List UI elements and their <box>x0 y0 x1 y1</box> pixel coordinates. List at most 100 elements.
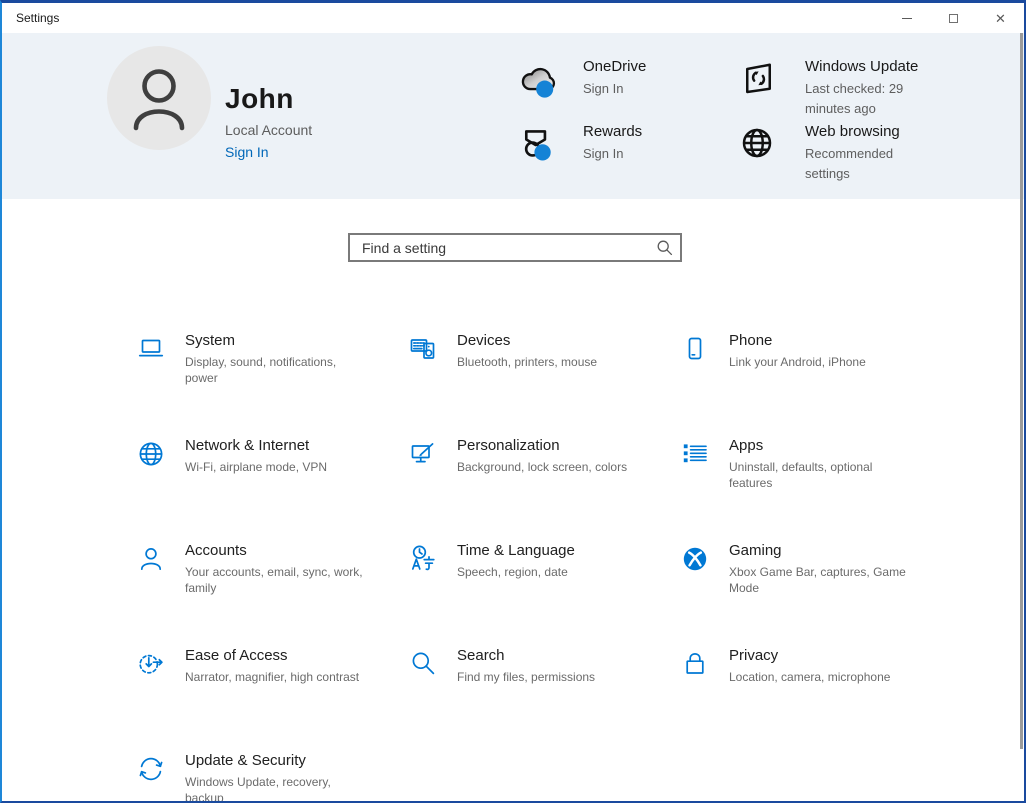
category-tile-personalization[interactable]: Personalization Background, lock screen,… <box>405 436 677 541</box>
avatar <box>107 46 211 150</box>
quick-item-web-browsing[interactable]: Web browsing Recommended settings <box>737 123 925 184</box>
onedrive-cloud-icon <box>515 58 563 106</box>
tile-subtitle: Find my files, permissions <box>457 669 595 685</box>
category-tile-phone[interactable]: Phone Link your Android, iPhone <box>677 331 949 436</box>
maximize-icon <box>949 14 958 23</box>
tile-subtitle: Display, sound, notifications, power <box>185 354 369 386</box>
minimize-button[interactable] <box>883 3 930 33</box>
person-icon <box>109 48 209 148</box>
tile-text: Network & Internet Wi-Fi, airplane mode,… <box>185 436 327 541</box>
category-tile-ease-of-access[interactable]: Ease of Access Narrator, magnifier, high… <box>133 646 405 751</box>
account-type: Local Account <box>225 122 312 138</box>
time-language-icon <box>407 543 439 575</box>
tile-text: Accounts Your accounts, email, sync, wor… <box>185 541 369 646</box>
tile-subtitle: Link your Android, iPhone <box>729 354 866 370</box>
category-tile-apps[interactable]: Apps Uninstall, defaults, optional featu… <box>677 436 949 541</box>
tile-text: Search Find my files, permissions <box>457 646 595 751</box>
quick-item-text: OneDrive Sign In <box>583 58 646 106</box>
quick-item-title: OneDrive <box>583 58 646 75</box>
tile-subtitle: Windows Update, recovery, backup <box>185 774 369 803</box>
tile-title: Ease of Access <box>185 646 359 665</box>
tile-title: Accounts <box>185 541 369 560</box>
quick-item-subtitle: Recommended settings <box>805 144 925 184</box>
search-icon <box>407 648 439 680</box>
windows-update-flag-icon <box>737 58 785 106</box>
tile-title: Personalization <box>457 436 627 455</box>
quick-item-onedrive[interactable]: OneDrive Sign In <box>515 58 646 106</box>
close-icon: ✕ <box>995 12 1006 25</box>
user-name: John <box>225 83 312 115</box>
quick-item-subtitle: Last checked: 29 minutes ago <box>805 79 925 119</box>
web-globe-icon <box>737 123 785 171</box>
tile-title: Privacy <box>729 646 890 665</box>
category-tile-time-language[interactable]: Time & Language Speech, region, date <box>405 541 677 646</box>
quick-item-title: Windows Update <box>805 58 925 75</box>
tile-subtitle: Wi-Fi, airplane mode, VPN <box>185 459 327 475</box>
tile-subtitle: Speech, region, date <box>457 564 575 580</box>
search-input[interactable] <box>348 233 682 262</box>
apps-list-icon <box>679 438 711 470</box>
category-tile-update-security[interactable]: Update & Security Windows Update, recove… <box>133 751 405 803</box>
user-sign-in-link[interactable]: Sign In <box>225 144 312 160</box>
category-tile-network[interactable]: Network & Internet Wi-Fi, airplane mode,… <box>133 436 405 541</box>
devices-icon <box>407 333 439 365</box>
quick-item-rewards[interactable]: Rewards Sign In <box>515 123 642 171</box>
ease-of-access-icon <box>135 648 167 680</box>
category-tile-search[interactable]: Search Find my files, permissions <box>405 646 677 751</box>
lock-icon <box>679 648 711 680</box>
tile-text: Phone Link your Android, iPhone <box>729 331 866 436</box>
tile-title: Devices <box>457 331 597 350</box>
tile-title: Time & Language <box>457 541 575 560</box>
laptop-icon <box>135 333 167 365</box>
category-tile-privacy[interactable]: Privacy Location, camera, microphone <box>677 646 949 751</box>
close-button[interactable]: ✕ <box>977 3 1024 33</box>
tile-subtitle: Uninstall, defaults, optional features <box>729 459 913 491</box>
network-globe-icon <box>135 438 167 470</box>
phone-icon <box>679 333 711 365</box>
maximize-button[interactable] <box>930 3 977 33</box>
user-block: John Local Account Sign In <box>225 83 312 160</box>
tile-title: Search <box>457 646 595 665</box>
quick-item-text: Web browsing Recommended settings <box>805 123 925 184</box>
tile-subtitle: Xbox Game Bar, captures, Game Mode <box>729 564 913 596</box>
tile-title: Gaming <box>729 541 913 560</box>
tile-subtitle: Bluetooth, printers, mouse <box>457 354 597 370</box>
tile-text: System Display, sound, notifications, po… <box>185 331 369 436</box>
tile-subtitle: Your accounts, email, sync, work, family <box>185 564 369 596</box>
window-controls: ✕ <box>883 3 1024 33</box>
tile-subtitle: Location, camera, microphone <box>729 669 890 685</box>
tile-subtitle: Background, lock screen, colors <box>457 459 627 475</box>
settings-window: Settings ✕ John Local Account Sign In <box>0 0 1026 803</box>
category-tile-system[interactable]: System Display, sound, notifications, po… <box>133 331 405 436</box>
quick-item-text: Windows Update Last checked: 29 minutes … <box>805 58 925 119</box>
tile-text: Gaming Xbox Game Bar, captures, Game Mod… <box>729 541 913 646</box>
tile-title: Update & Security <box>185 751 369 770</box>
tile-text: Time & Language Speech, region, date <box>457 541 575 646</box>
title-bar: Settings ✕ <box>2 3 1024 33</box>
minimize-icon <box>902 18 912 19</box>
tile-text: Ease of Access Narrator, magnifier, high… <box>185 646 359 751</box>
tile-text: Privacy Location, camera, microphone <box>729 646 890 751</box>
tile-title: Network & Internet <box>185 436 327 455</box>
update-refresh-icon <box>135 753 167 785</box>
tile-title: Phone <box>729 331 866 350</box>
tile-text: Devices Bluetooth, printers, mouse <box>457 331 597 436</box>
quick-item-subtitle: Sign In <box>583 79 646 99</box>
tile-text: Apps Uninstall, defaults, optional featu… <box>729 436 913 541</box>
xbox-icon <box>679 543 711 575</box>
personalization-icon <box>407 438 439 470</box>
category-tile-devices[interactable]: Devices Bluetooth, printers, mouse <box>405 331 677 436</box>
tile-title: System <box>185 331 369 350</box>
vertical-scrollbar[interactable] <box>1020 33 1023 749</box>
quick-item-title: Web browsing <box>805 123 925 140</box>
tile-title: Apps <box>729 436 913 455</box>
tile-text: Update & Security Windows Update, recove… <box>185 751 369 803</box>
category-tile-accounts[interactable]: Accounts Your accounts, email, sync, wor… <box>133 541 405 646</box>
category-tile-gaming[interactable]: Gaming Xbox Game Bar, captures, Game Mod… <box>677 541 949 646</box>
quick-item-windows-update[interactable]: Windows Update Last checked: 29 minutes … <box>737 58 925 119</box>
window-title: Settings <box>16 11 59 25</box>
hero-header: John Local Account Sign In OneDrive S <box>2 33 1024 199</box>
tile-subtitle: Narrator, magnifier, high contrast <box>185 669 359 685</box>
tile-text: Personalization Background, lock screen,… <box>457 436 627 541</box>
rewards-medal-icon <box>515 123 563 171</box>
